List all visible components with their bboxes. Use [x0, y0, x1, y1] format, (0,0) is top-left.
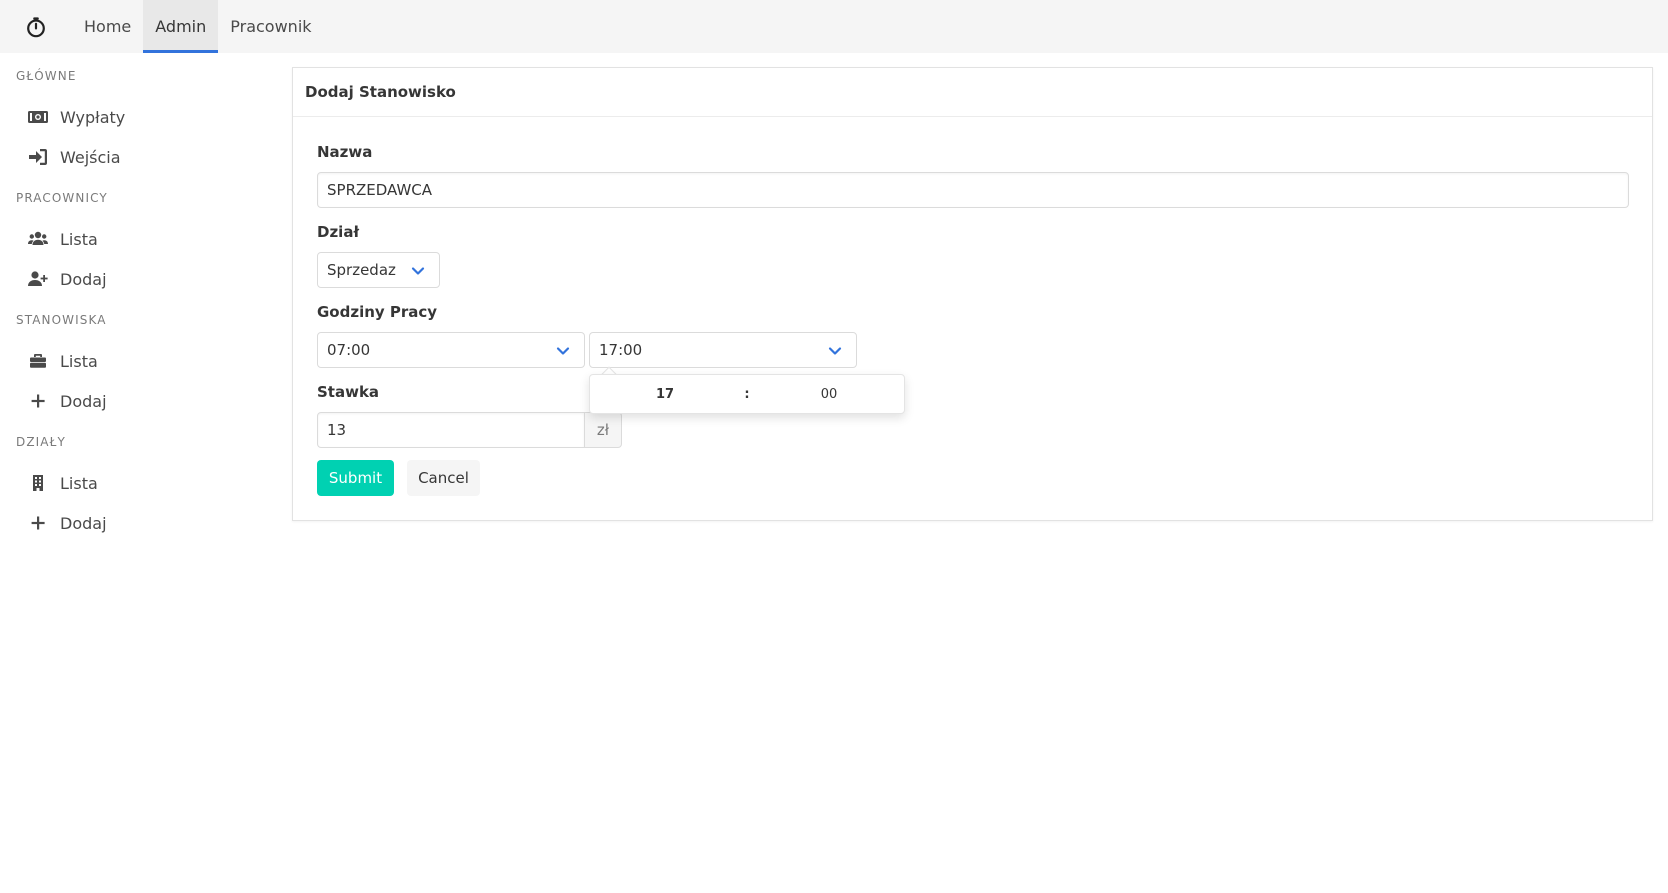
sidebar-item-dzialy-dodaj[interactable]: Dodaj: [0, 503, 280, 543]
sidebar-item-wyplaty[interactable]: Wypłaty: [0, 97, 280, 137]
submit-button[interactable]: Submit: [317, 460, 394, 496]
chevron-down-icon: [556, 347, 570, 355]
hours-from-value: 07:00: [327, 341, 371, 359]
hours-to-value: 17:00: [599, 341, 643, 359]
time-picker-minute[interactable]: 00: [754, 387, 904, 402]
sidebar-item-label: Dodaj: [60, 513, 107, 533]
plus-icon: [28, 392, 52, 410]
currency-addon: zł: [584, 412, 622, 448]
nav-home[interactable]: Home: [72, 0, 143, 53]
sidebar-item-label: Lista: [60, 473, 98, 493]
sidebar-item-dzialy-lista[interactable]: Lista: [0, 463, 280, 503]
sidebar-item-label: Lista: [60, 229, 98, 249]
sidebar-item-label: Wypłaty: [60, 107, 126, 127]
name-label: Nazwa: [317, 143, 373, 161]
sidebar-item-stanowiska-dodaj[interactable]: Dodaj: [0, 381, 280, 421]
department-select[interactable]: Sprzedaz: [317, 252, 440, 288]
sidebar-item-pracownicy-lista[interactable]: Lista: [0, 219, 280, 259]
rate-input[interactable]: 13: [317, 412, 585, 448]
sidebar: GŁÓWNE Wypłaty Wejścia PRACOWNICY Lista: [0, 53, 280, 543]
menu-list-pracownicy: Lista Dodaj: [0, 219, 280, 299]
department-label: Dział: [317, 223, 360, 241]
hours-to-select[interactable]: 17:00: [589, 332, 857, 368]
work-hours-label: Godziny Pracy: [317, 303, 438, 321]
stopwatch-icon: [27, 16, 45, 37]
brand-logo[interactable]: [0, 0, 72, 53]
sidebar-item-label: Dodaj: [60, 269, 107, 289]
name-input-value: SPRZEDAWCA: [327, 181, 433, 199]
hours-from-select[interactable]: 07:00: [317, 332, 585, 368]
cancel-button[interactable]: Cancel: [407, 460, 480, 496]
card-title: Dodaj Stanowisko: [293, 68, 1652, 117]
menu-list-glowne: Wypłaty Wejścia: [0, 97, 280, 177]
briefcase-icon: [28, 352, 52, 370]
sidebar-item-label: Dodaj: [60, 391, 107, 411]
menu-label-stanowiska: STANOWISKA: [16, 313, 107, 327]
rate-label: Stawka: [317, 383, 380, 401]
chevron-down-icon: [828, 347, 842, 355]
top-navbar: Home Admin Pracownik: [0, 0, 1668, 53]
menu-label-dzialy: DZIAŁY: [16, 435, 66, 449]
user-plus-icon: [28, 270, 52, 288]
name-input[interactable]: SPRZEDAWCA: [317, 172, 1629, 208]
nav-admin[interactable]: Admin: [143, 0, 219, 53]
sidebar-item-label: Wejścia: [60, 147, 121, 167]
chevron-down-icon: [411, 267, 425, 275]
time-picker-separator: :: [744, 386, 750, 402]
sidebar-item-wejscia[interactable]: Wejścia: [0, 137, 280, 177]
users-icon: [28, 230, 52, 248]
menu-label-pracownicy: PRACOWNICY: [16, 191, 108, 205]
time-picker-popup: 17 : 00: [589, 374, 905, 414]
time-picker-hour[interactable]: 17: [590, 387, 740, 402]
sidebar-item-pracownicy-dodaj[interactable]: Dodaj: [0, 259, 280, 299]
sign-in-icon: [28, 148, 52, 166]
plus-icon: [28, 514, 52, 532]
sidebar-item-stanowiska-lista[interactable]: Lista: [0, 341, 280, 381]
building-icon: [28, 474, 52, 492]
menu-list-dzialy: Lista Dodaj: [0, 463, 280, 543]
money-bill-icon: [28, 108, 52, 126]
rate-input-value: 13: [327, 421, 347, 439]
menu-list-stanowiska: Lista Dodaj: [0, 341, 280, 421]
menu-label-glowne: GŁÓWNE: [16, 69, 77, 83]
add-position-card: Dodaj Stanowisko Nazwa SPRZEDAWCA Dział …: [292, 67, 1653, 521]
nav-pracownik[interactable]: Pracownik: [218, 0, 323, 53]
department-select-value: Sprzedaz: [327, 261, 396, 279]
sidebar-item-label: Lista: [60, 351, 98, 371]
